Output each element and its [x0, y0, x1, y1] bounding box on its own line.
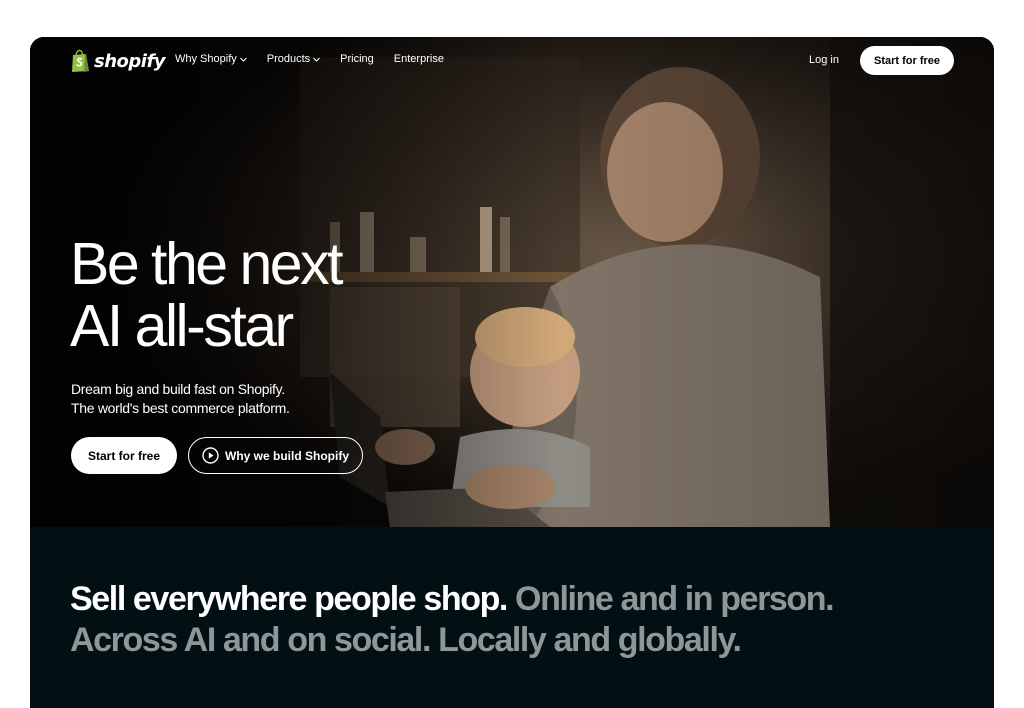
- subtext-line-1: Dream big and build fast on Shopify.: [71, 381, 285, 397]
- hero-section: shopify Why Shopify Products Pricing Ent…: [30, 37, 994, 527]
- logo-wordmark: shopify: [94, 50, 166, 72]
- tagline-grey-text: Online and in person.: [515, 580, 835, 618]
- tagline-white-text: Sell everywhere people shop.: [70, 580, 508, 618]
- start-free-button[interactable]: Start for free: [71, 437, 177, 474]
- chevron-down-icon: [239, 57, 247, 62]
- nav-link-label: Why Shopify: [175, 53, 237, 65]
- tagline-line-2: Across AI and on social. Locally and glo…: [70, 621, 742, 659]
- nav-links: Why Shopify Products Pricing Enterprise: [175, 53, 444, 65]
- browser-frame: shopify Why Shopify Products Pricing Ent…: [30, 37, 994, 708]
- nav-link-label: Products: [266, 53, 311, 65]
- sell-everywhere-section: Sell everywhere people shop. Online and …: [30, 527, 994, 708]
- why-we-build-label: Why we build Shopify: [225, 448, 349, 463]
- nav-enterprise[interactable]: Enterprise: [394, 53, 444, 65]
- logo[interactable]: shopify: [70, 49, 166, 73]
- headline-line-1: Be the next: [70, 231, 344, 297]
- tagline-line-1: Sell everywhere people shop. Online and …: [70, 579, 835, 620]
- nav-link-label: Enterprise: [393, 53, 444, 65]
- hero-subtext: Dream big and build fast on Shopify. The…: [71, 380, 290, 418]
- top-nav: shopify Why Shopify Products Pricing Ent…: [30, 37, 994, 85]
- shopping-bag-icon: [72, 49, 89, 72]
- subtext-line-2: The world's best commerce platform.: [71, 400, 290, 416]
- why-we-build-button[interactable]: Why we build Shopify: [188, 437, 363, 474]
- start-free-nav-button[interactable]: Start for free: [860, 46, 954, 75]
- chevron-down-icon: [313, 57, 321, 62]
- headline-line-2: AI all-star: [70, 293, 294, 359]
- play-circle-icon: [202, 447, 219, 464]
- nav-pricing[interactable]: Pricing: [340, 53, 374, 65]
- nav-link-label: Pricing: [340, 53, 374, 65]
- nav-products[interactable]: Products: [266, 53, 321, 65]
- hero-headline: Be the next AI all-star: [70, 231, 344, 359]
- section-tagline: Sell everywhere people shop. Online and …: [70, 579, 835, 661]
- login-link[interactable]: Log in: [809, 54, 839, 66]
- nav-why-shopify[interactable]: Why Shopify: [175, 53, 247, 65]
